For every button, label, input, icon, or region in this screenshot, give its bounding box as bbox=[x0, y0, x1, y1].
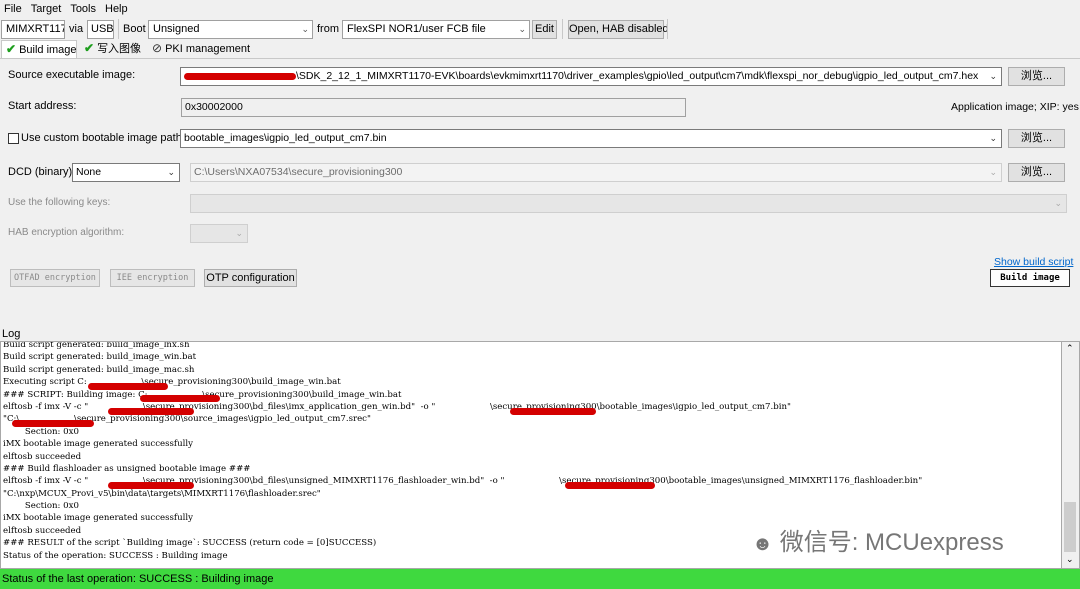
watermark: ☻ 微信号: MCUexpress bbox=[752, 522, 1004, 557]
chevron-down-icon: ⌄ bbox=[235, 228, 243, 238]
chevron-down-icon: ⌄ bbox=[301, 24, 309, 34]
custom-path-label: Use custom bootable image path: bbox=[21, 132, 185, 144]
log-line: iMX bootable image generated successfull… bbox=[3, 439, 193, 450]
hab-encryption-select[interactable]: ⌄ bbox=[190, 224, 248, 243]
build-image-panel: Source executable image: \SDK_2_12_1_MIM… bbox=[0, 58, 1080, 325]
browse-custom-button[interactable]: 浏览... bbox=[1008, 129, 1065, 148]
source-image-label: Source executable image: bbox=[8, 69, 136, 81]
check-icon: ✔ bbox=[6, 42, 17, 56]
menu-help[interactable]: Help bbox=[101, 0, 133, 15]
chevron-down-icon: ⌄ bbox=[1054, 198, 1062, 208]
toolbar-separator bbox=[118, 19, 119, 39]
source-image-input[interactable]: \SDK_2_12_1_MIMXRT1170-EVK\boards\evkmim… bbox=[180, 67, 1002, 86]
browse-dcd-button[interactable]: 浏览... bbox=[1008, 163, 1065, 182]
wechat-icon: ☻ bbox=[752, 533, 774, 555]
tab-build-image[interactable]: ✔ Build image bbox=[1, 40, 77, 58]
tab-pki-management[interactable]: ⊘ PKI management bbox=[148, 40, 251, 58]
edit-button[interactable]: Edit bbox=[532, 20, 557, 39]
start-address-input[interactable]: 0x30002000 bbox=[181, 98, 686, 117]
toolbar-separator bbox=[562, 19, 563, 39]
dcd-path-value: C:\Users\NXA07534\secure_provisioning300 bbox=[194, 166, 403, 178]
log-scrollbar[interactable]: ⌃ ⌄ bbox=[1062, 341, 1080, 569]
chevron-down-icon: ⌄ bbox=[989, 167, 997, 177]
redaction-mark bbox=[108, 482, 194, 489]
log-line: Build script generated: build_image_win.… bbox=[3, 352, 197, 363]
prohibited-icon: ⊘ bbox=[152, 41, 163, 55]
custom-path-input[interactable]: bootable_images\igpio_led_output_cm7.bin… bbox=[180, 129, 1002, 148]
log-line: "C:\nxp\MCUX_Provi_v5\bin\data\targets\M… bbox=[3, 488, 321, 499]
log-line: elftosb succeeded bbox=[3, 451, 82, 462]
toolbar: MIMXRT1176 via USB Boot Unsigned ⌄ from … bbox=[0, 18, 1080, 40]
chevron-down-icon: ⌄ bbox=[167, 167, 175, 177]
menu-target[interactable]: Target bbox=[27, 0, 67, 15]
tab-label: PKI management bbox=[165, 43, 251, 55]
log-label: Log bbox=[2, 328, 21, 340]
log-line: Build script generated: build_image_mac.… bbox=[3, 364, 195, 375]
redaction-mark bbox=[184, 72, 296, 80]
redaction-mark bbox=[12, 420, 94, 427]
redaction-mark bbox=[140, 395, 220, 402]
browse-source-button[interactable]: 浏览... bbox=[1008, 67, 1065, 86]
hab-encryption-label: HAB encryption algorithm: bbox=[8, 227, 125, 238]
boot-type-value: Unsigned bbox=[153, 23, 200, 35]
status-bar: Status of the last operation: SUCCESS : … bbox=[0, 569, 1080, 589]
redaction-mark bbox=[108, 408, 194, 415]
scroll-up-icon[interactable]: ⌃ bbox=[1066, 343, 1074, 354]
check-icon: ✔ bbox=[84, 41, 95, 55]
show-build-script-link[interactable]: Show build script bbox=[994, 256, 1073, 268]
via-label: via bbox=[69, 23, 84, 35]
source-image-value: \SDK_2_12_1_MIMXRT1170-EVK\boards\evkmim… bbox=[296, 70, 979, 82]
chevron-down-icon: ⌄ bbox=[518, 24, 526, 34]
tab-label: Build image bbox=[19, 44, 77, 56]
start-address-label: Start address: bbox=[8, 100, 77, 112]
connection-button[interactable]: USB bbox=[87, 20, 114, 39]
boot-memory-value: FlexSPI NOR1/user FCB file bbox=[347, 23, 486, 35]
otfad-encryption-button[interactable]: OTFAD encryption bbox=[10, 269, 100, 287]
from-label: from bbox=[317, 23, 339, 35]
iee-encryption-button[interactable]: IEE encryption bbox=[110, 269, 195, 287]
keys-select[interactable]: ⌄ bbox=[190, 194, 1067, 213]
open-hab-button[interactable]: Open, HAB disabled bbox=[568, 20, 669, 39]
log-line: Section: 0x0 bbox=[3, 501, 79, 512]
watermark-text: 微信号: MCUexpress bbox=[779, 529, 1004, 556]
menu-bar: File Target Tools Help bbox=[0, 0, 1080, 18]
redaction-mark bbox=[510, 408, 596, 415]
tab-write-image[interactable]: ✔ 写入图像 bbox=[80, 40, 146, 58]
log-line: Build script generated: build_image_lnx.… bbox=[3, 341, 190, 350]
log-line: "C:\ \secure_provisioning300\source_imag… bbox=[3, 414, 371, 425]
boot-label: Boot bbox=[123, 23, 146, 35]
redaction-mark bbox=[565, 482, 655, 489]
chevron-down-icon: ⌄ bbox=[989, 133, 997, 143]
otp-configuration-button[interactable]: OTP configuration bbox=[204, 269, 297, 287]
chevron-down-icon: ⌄ bbox=[989, 71, 997, 81]
keys-label: Use the following keys: bbox=[8, 197, 111, 208]
dcd-value: None bbox=[76, 166, 102, 178]
scroll-down-icon[interactable]: ⌄ bbox=[1066, 554, 1074, 565]
menu-file[interactable]: File bbox=[0, 0, 27, 15]
scrollbar-thumb[interactable] bbox=[1064, 502, 1076, 552]
menu-tools[interactable]: Tools bbox=[66, 0, 101, 15]
application-info: Application image; XIP: yes bbox=[951, 101, 1079, 113]
boot-memory-select[interactable]: FlexSPI NOR1/user FCB file ⌄ bbox=[342, 20, 530, 39]
log-line: ### Build flashloader as unsigned bootab… bbox=[3, 463, 251, 474]
boot-type-select[interactable]: Unsigned ⌄ bbox=[148, 20, 313, 39]
toolbar-separator bbox=[667, 19, 668, 39]
dcd-path-input[interactable]: C:\Users\NXA07534\secure_provisioning300… bbox=[190, 163, 1002, 182]
device-selector[interactable]: MIMXRT1176 bbox=[1, 20, 65, 39]
dcd-label: DCD (binary): bbox=[8, 166, 76, 178]
redaction-mark bbox=[88, 383, 168, 390]
log-line: Section: 0x0 bbox=[3, 426, 79, 437]
dcd-select[interactable]: None ⌄ bbox=[72, 163, 180, 182]
custom-path-value: bootable_images\igpio_led_output_cm7.bin bbox=[184, 132, 387, 144]
custom-path-checkbox[interactable] bbox=[8, 133, 19, 144]
build-image-button[interactable]: Build image bbox=[990, 269, 1070, 287]
tab-label: 写入图像 bbox=[97, 43, 142, 55]
